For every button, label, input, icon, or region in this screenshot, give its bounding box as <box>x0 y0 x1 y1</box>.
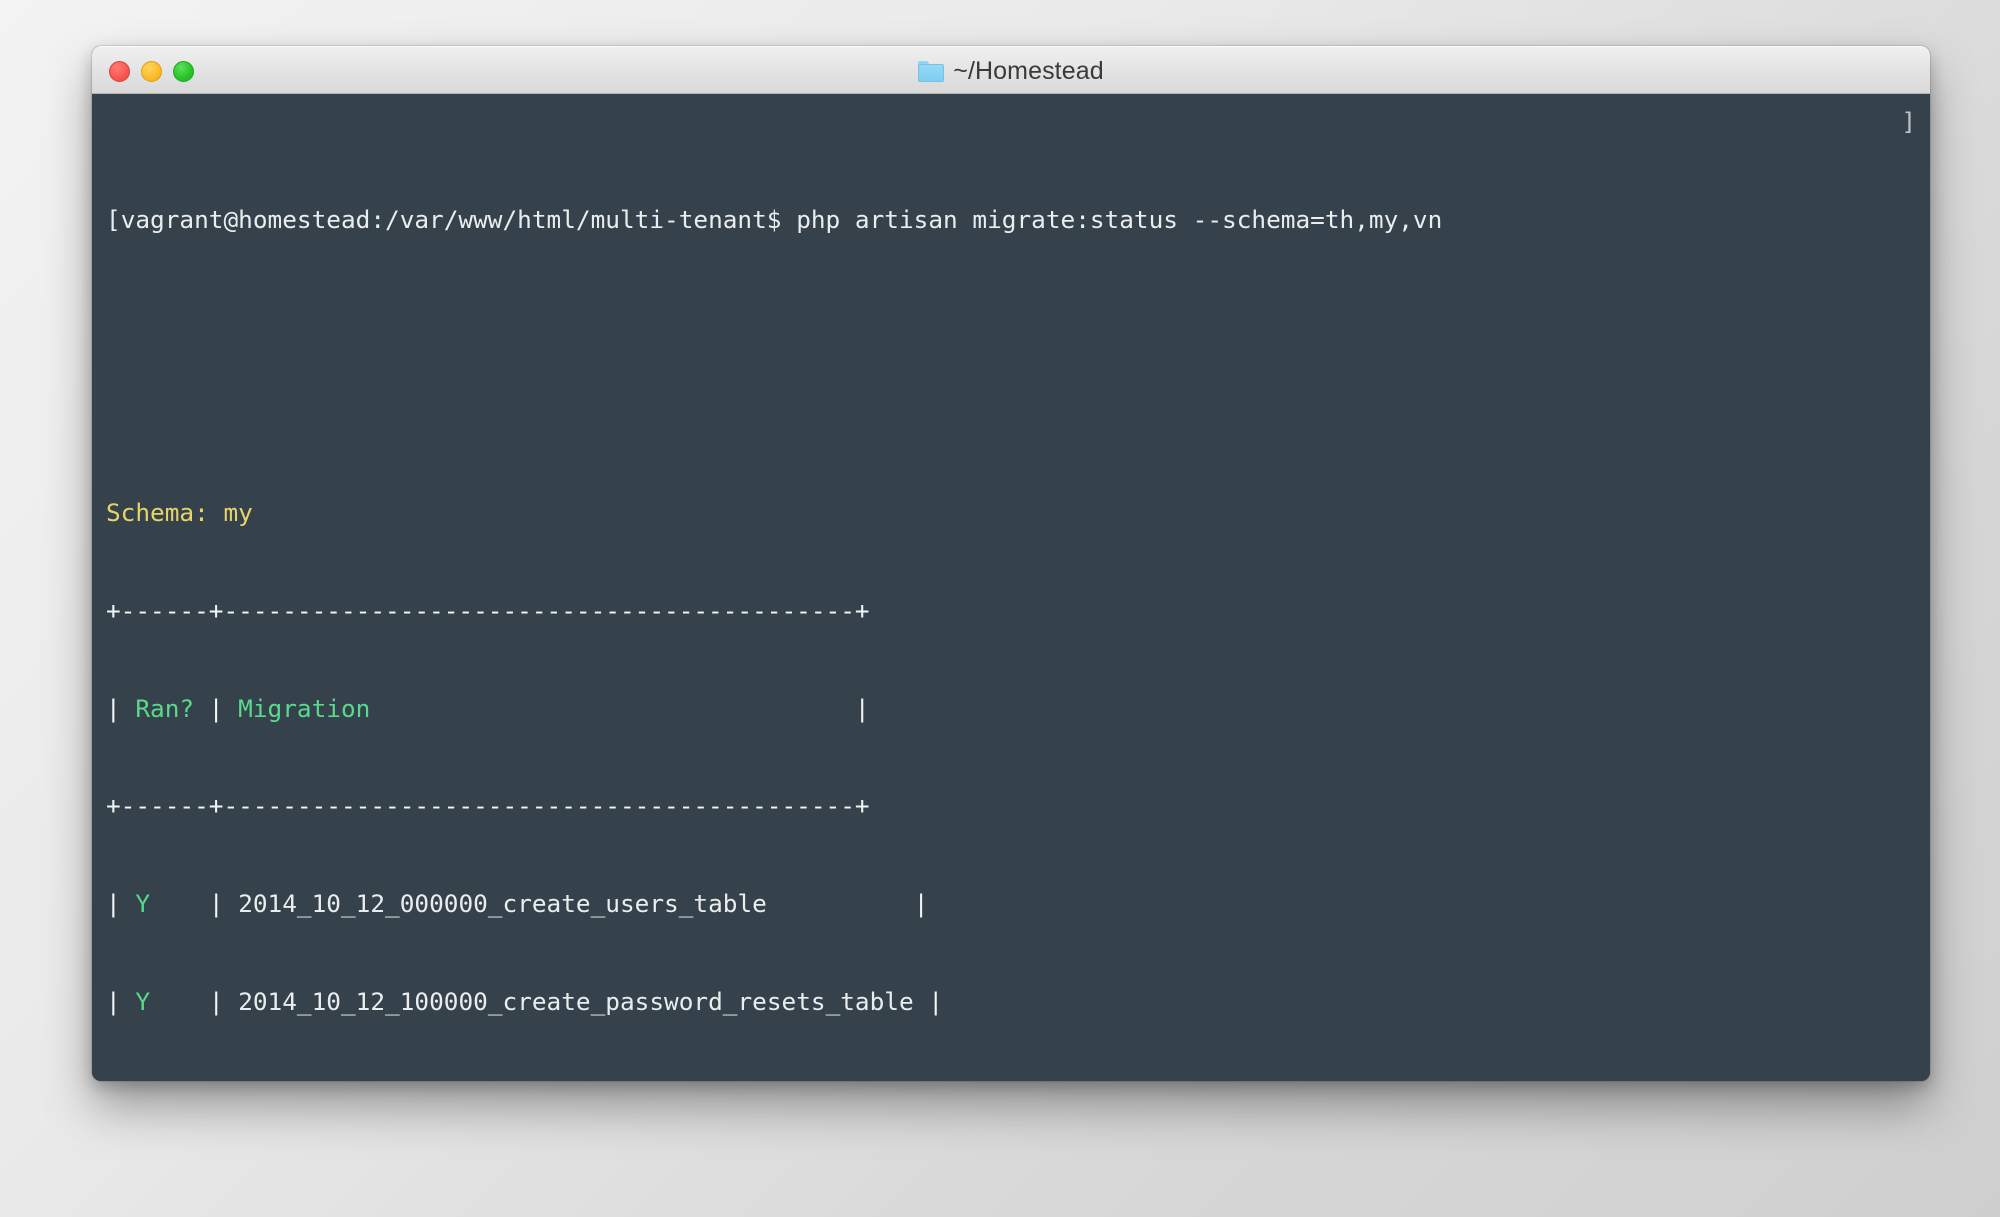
table-row: | Y | 2014_10_12_100000_create_password_… <box>106 987 944 1017</box>
table-separator-top: +------+--------------------------------… <box>106 595 870 625</box>
title-bar-center: ~/Homestead <box>92 47 1930 95</box>
prompt: vagrant@homestead:/var/www/html/multi-te… <box>120 204 782 234</box>
table-separator-mid: +------+--------------------------------… <box>106 791 870 821</box>
title-bar[interactable]: ~/Homestead <box>92 46 1930 94</box>
command-line: [vagrant@homestead:/var/www/html/multi-t… <box>106 204 1922 237</box>
terminal-window[interactable]: ~/Homestead [vagrant@homestead:/var/www/… <box>92 46 1930 1081</box>
folder-icon <box>918 60 945 82</box>
window-title: ~/Homestead <box>953 56 1104 85</box>
command-text: php artisan migrate:status --schema=th,m… <box>796 204 1443 234</box>
table-row: | Y | 2014_10_12_000000_create_users_tab… <box>106 889 929 919</box>
scroll-marker-right: ] <box>1901 107 1916 136</box>
terminal-screen[interactable]: [vagrant@homestead:/var/www/html/multi-t… <box>92 106 1930 1081</box>
table-header-row: | Ran? | Migration | <box>106 693 870 723</box>
scroll-marker-left: [ <box>106 204 121 234</box>
maximize-button[interactable] <box>173 60 194 82</box>
command-spacer <box>782 205 797 234</box>
close-button[interactable] <box>109 60 130 82</box>
window-controls <box>109 47 194 95</box>
minimize-button[interactable] <box>141 60 162 82</box>
schema-heading: Schema: my <box>106 498 253 528</box>
terminal-body[interactable]: [vagrant@homestead:/var/www/html/multi-t… <box>92 94 1930 1081</box>
